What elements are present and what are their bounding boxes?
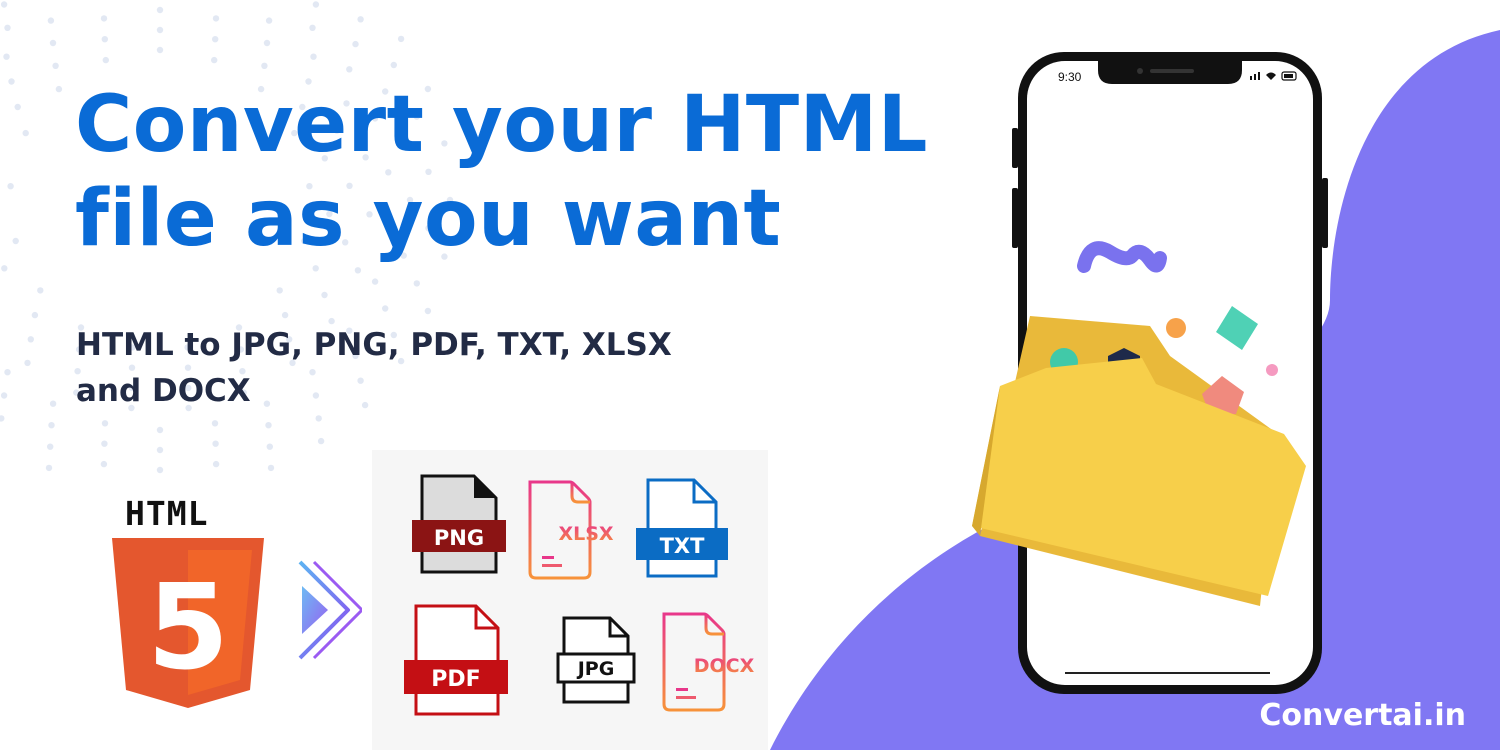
docx-label: DOCX	[694, 655, 755, 677]
html-label: HTML	[125, 494, 209, 533]
pdf-label: PDF	[431, 667, 480, 692]
pdf-file-icon: PDF	[404, 604, 508, 716]
teal-cube-shape	[1216, 306, 1258, 350]
orange-ball-shape	[1166, 318, 1186, 338]
phone-status-time: 9:30	[1058, 70, 1082, 84]
subheadline-line-2: and DOCX	[76, 373, 251, 409]
subheadline-line-1: HTML to JPG, PNG, PDF, TXT, XLSX	[76, 327, 672, 363]
docx-file-icon: DOCX	[662, 612, 755, 712]
xlsx-file-icon: XLSX	[528, 480, 614, 580]
png-file-icon: PNG	[412, 474, 506, 574]
jpg-file-icon: JPG	[556, 616, 636, 704]
subheadline: HTML to JPG, PNG, PDF, TXT, XLSX and DOC…	[76, 322, 672, 414]
brand-wordmark[interactable]: Convertai.in	[1259, 698, 1466, 733]
convert-arrow-icon	[298, 560, 362, 660]
txt-label: TXT	[660, 534, 706, 558]
folder-illustration	[972, 241, 1306, 606]
html5-badge-digit: 5	[147, 558, 229, 696]
squiggle-shape	[1077, 241, 1167, 273]
pink-dot-shape	[1266, 364, 1278, 376]
jpg-label: JPG	[576, 658, 615, 680]
xlsx-label: XLSX	[558, 523, 613, 545]
html5-logo-icon: 5	[112, 538, 264, 708]
headline-line-1: Convert your HTML	[75, 80, 928, 170]
txt-file-icon: TXT	[636, 478, 728, 578]
headline: Convert your HTML file as you want	[75, 78, 928, 266]
headline-line-2: file as you want	[75, 174, 782, 264]
png-label: PNG	[434, 526, 484, 550]
target-formats-panel: PNG XLSX TXT PDF JPG DOCX	[372, 450, 768, 750]
